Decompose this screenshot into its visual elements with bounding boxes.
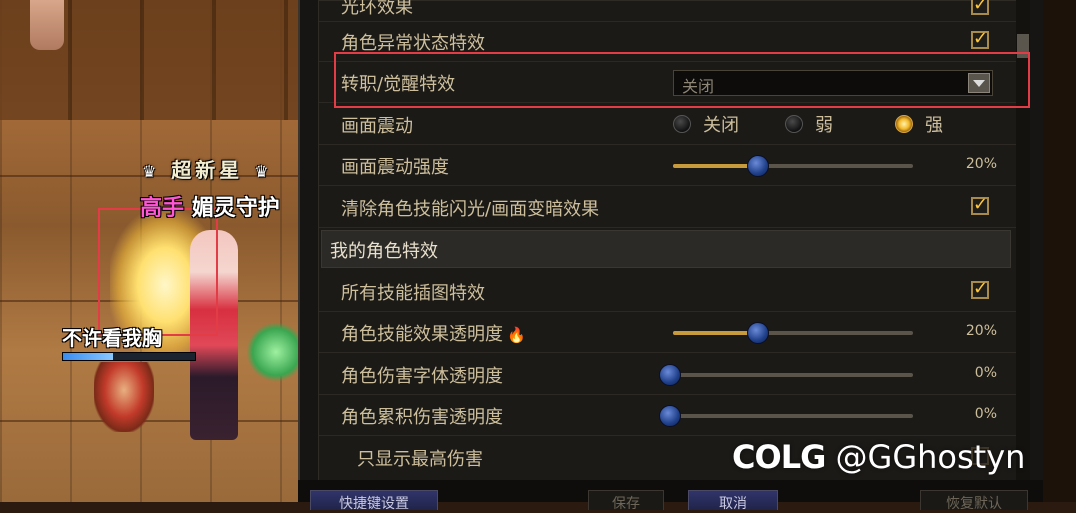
crown-icon: ♛ xyxy=(254,162,273,181)
slider-thumb[interactable] xyxy=(747,155,769,177)
row-label: 角色累积伤害透明度 xyxy=(341,407,503,428)
slider-thumb[interactable] xyxy=(659,405,681,427)
save-button[interactable]: 保存 xyxy=(588,490,664,512)
settings-row-shake-intensity: 画面震动强度 20% xyxy=(319,145,1019,186)
npc-leg xyxy=(30,0,64,50)
checkbox[interactable] xyxy=(971,0,989,15)
radio-label: 关闭 xyxy=(703,115,739,136)
section-title: 我的角色特效 xyxy=(330,241,438,262)
bottom-bar: 快捷键设置 保存 取消 恢复默认 xyxy=(298,480,1043,512)
settings-row-clear-flash[interactable]: 清除角色技能闪光/画面变暗效果 xyxy=(319,187,1019,228)
settings-row-screen-shake: 画面震动 关闭 弱 强 xyxy=(319,104,1019,145)
player-title: 媚灵守护 xyxy=(191,196,280,221)
pet-character[interactable] xyxy=(94,362,154,432)
player-name-line: 高手 媚灵守护 xyxy=(140,190,280,222)
slider-fill xyxy=(673,331,758,335)
slider-value: 0% xyxy=(974,365,997,381)
weapon-staff xyxy=(246,322,300,382)
cancel-button[interactable]: 取消 xyxy=(688,490,778,512)
settings-row-skill-opacity: 角色技能效果透明度 🔥 20% xyxy=(319,312,1019,353)
guild-title-text: 超新星 xyxy=(171,158,244,182)
row-label: 角色技能效果透明度 🔥 xyxy=(341,320,526,346)
clear-flash-checkbox[interactable] xyxy=(971,194,989,215)
rank-label: 高手 xyxy=(140,196,185,221)
pet-hp-fill xyxy=(63,353,114,360)
restore-default-button[interactable]: 恢复默认 xyxy=(920,490,1028,512)
flame-icon: 🔥 xyxy=(507,326,526,344)
skill-opacity-slider[interactable] xyxy=(673,322,913,344)
pet-name: 不许看我胸 xyxy=(62,326,162,350)
status-effect-checkbox[interactable] xyxy=(971,28,989,49)
row-label-text: 角色技能效果透明度 xyxy=(341,324,503,345)
shake-intensity-slider[interactable] xyxy=(673,155,913,177)
watermark-brand: COLG xyxy=(732,438,826,476)
crown-icon: ♛ xyxy=(142,162,161,181)
row-label: 清除角色技能闪光/画面变暗效果 xyxy=(341,199,600,220)
target-box xyxy=(98,208,218,336)
cumulative-damage-opacity-slider[interactable] xyxy=(659,405,913,427)
watermark-handle: @GGhostyn xyxy=(835,438,1026,476)
pet-hp-bar xyxy=(62,352,196,361)
row-label: 只显示最高伤害 xyxy=(357,449,483,470)
settings-row-partial[interactable]: 光环效果 xyxy=(319,0,1019,22)
slider-thumb[interactable] xyxy=(747,322,769,344)
guild-title: ♛ 超新星 ♛ xyxy=(142,154,273,183)
watermark: COLG @GGhostyn xyxy=(732,438,1025,476)
slider-thumb[interactable] xyxy=(659,364,681,386)
row-label: 所有技能插图特效 xyxy=(341,283,485,304)
radio-icon[interactable] xyxy=(673,115,691,133)
slider-value: 0% xyxy=(974,406,997,422)
skill-cutin-checkbox[interactable] xyxy=(971,278,989,299)
row-label: 角色伤害字体透明度 xyxy=(341,366,503,387)
game-scene: ♛ 超新星 ♛ 高手 媚灵守护 不许看我胸 xyxy=(0,0,300,502)
background-edge xyxy=(1043,0,1076,502)
section-header-my-effects: 我的角色特效 xyxy=(321,230,1011,268)
slider-track[interactable] xyxy=(659,414,913,418)
slider-value: 20% xyxy=(965,323,997,339)
settings-row-damage-font-opacity: 角色伤害字体透明度 0% xyxy=(319,354,1019,395)
settings-row-cumulative-damage-opacity: 角色累积伤害透明度 0% xyxy=(319,395,1019,436)
row-label: 光环效果 xyxy=(341,0,413,18)
settings-row-skill-cutin[interactable]: 所有技能插图特效 xyxy=(319,271,1019,312)
slider-fill xyxy=(673,164,758,168)
slider-value: 20% xyxy=(965,156,997,172)
slider-track[interactable] xyxy=(659,373,913,377)
radio-label: 强 xyxy=(925,115,943,136)
radio-icon-selected[interactable] xyxy=(895,115,913,133)
radio-label: 弱 xyxy=(815,115,833,136)
row-label: 画面震动 xyxy=(341,116,413,137)
screen-shake-radio-group: 关闭 弱 强 xyxy=(673,112,993,138)
damage-font-opacity-slider[interactable] xyxy=(659,364,913,386)
highlight-box xyxy=(334,52,1030,108)
radio-icon[interactable] xyxy=(785,115,803,133)
row-label: 画面震动强度 xyxy=(341,157,449,178)
hotkey-settings-button[interactable]: 快捷键设置 xyxy=(310,490,438,512)
